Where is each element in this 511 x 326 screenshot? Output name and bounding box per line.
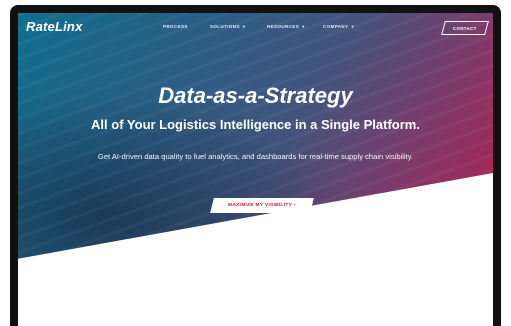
caret-down-icon: ▼ [301, 24, 306, 29]
nav-item-company[interactable]: COMPANY ▼ [323, 24, 355, 29]
brand-logo[interactable]: RateLinx [26, 19, 83, 34]
contact-button-label: CONTACT [453, 25, 477, 31]
nav-item-label: RESOURCES [267, 24, 300, 29]
hero-subhead: All of Your Logistics Intelligence in a … [91, 117, 420, 132]
hero-headline: Data-as-a-Strategy [158, 83, 353, 108]
browser-viewport: RateLinx PROCESS SOLUTIONS ▼ RESOURCES ▼ C… [18, 13, 493, 326]
hero-description: Get AI-driven data quality to fuel analy… [97, 152, 414, 161]
device-frame: RateLinx PROCESS SOLUTIONS ▼ RESOURCES ▼ C… [10, 5, 501, 326]
nav-item-label: COMPANY [323, 24, 349, 29]
caret-down-icon: ▼ [241, 24, 247, 29]
nav-item-label: PROCESS [163, 24, 188, 29]
top-navigation: RateLinx PROCESS SOLUTIONS ▼ RESOURCES ▼ C… [18, 13, 493, 43]
cta-label: MAXIMIZE MY VISIBILITY › [228, 203, 296, 208]
nav-item-label: SOLUTIONS [210, 24, 240, 29]
nav-item-solutions[interactable]: SOLUTIONS ▼ [210, 24, 246, 29]
caret-down-icon: ▼ [350, 24, 355, 29]
maximize-visibility-button[interactable]: MAXIMIZE MY VISIBILITY › [210, 198, 314, 213]
nav-item-process[interactable]: PROCESS [163, 24, 188, 29]
contact-button[interactable]: CONTACT [441, 21, 489, 35]
nav-item-resources[interactable]: RESOURCES ▼ [267, 24, 305, 29]
hero-section [18, 13, 493, 283]
